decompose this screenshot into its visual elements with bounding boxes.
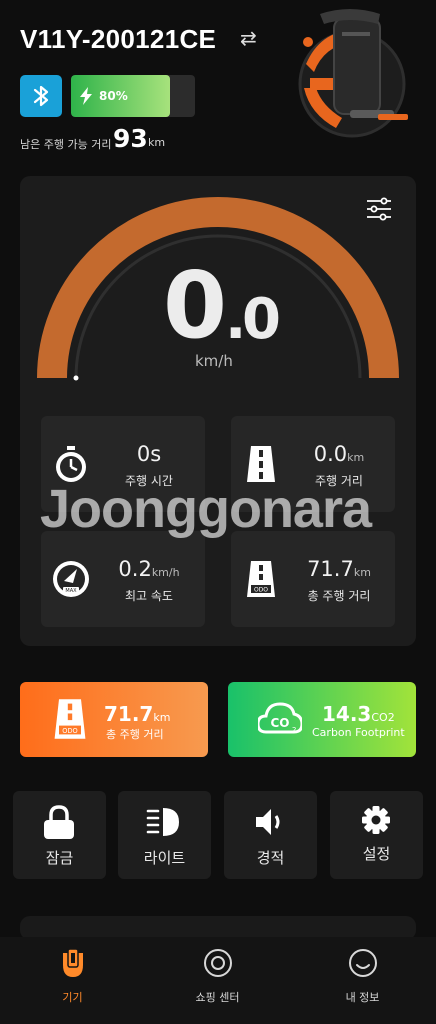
bluetooth-icon xyxy=(33,85,49,107)
svg-text:ODO: ODO xyxy=(62,727,77,735)
profile-icon xyxy=(349,949,377,977)
range-value: 93 xyxy=(113,124,148,153)
tab-device[interactable]: 기기 xyxy=(0,937,145,1024)
tab-shop-label: 쇼핑 센터 xyxy=(195,991,240,1004)
lock-button[interactable]: 잠금 xyxy=(13,791,106,879)
lock-icon xyxy=(44,805,74,839)
speedometer-max-icon: MAX xyxy=(53,561,89,597)
odometer-road-icon: ODO xyxy=(247,561,275,597)
odometer-road-icon: ODO xyxy=(54,699,86,739)
settings-label: 설정 xyxy=(362,845,391,863)
headlight-icon xyxy=(146,808,179,836)
total-distance-label: 총 주행 거리 xyxy=(106,728,164,741)
settings-button[interactable]: 설정 xyxy=(330,791,423,879)
stat-total-distance-value: 71.7 xyxy=(307,557,354,581)
svg-text:ODO: ODO xyxy=(254,587,268,594)
svg-text:MAX: MAX xyxy=(65,588,77,594)
horn-label: 경적 xyxy=(256,849,285,867)
speaker-icon xyxy=(256,809,280,835)
stat-max-speed-label: 최고 속도 xyxy=(125,589,173,603)
gear-icon xyxy=(362,806,390,834)
stat-max-speed-unit: km/h xyxy=(151,566,180,579)
watermark: Joonggonara xyxy=(40,479,372,539)
carbon-footprint-value: 14.3 xyxy=(322,702,372,726)
tab-profile[interactable]: 내 정보 xyxy=(290,937,435,1024)
carbon-footprint-label: Carbon Footprint xyxy=(312,726,405,739)
speed-unit: km/h xyxy=(195,352,233,370)
tab-profile-label: 내 정보 xyxy=(345,991,380,1004)
stat-ride-time-value: 0s xyxy=(136,442,162,466)
battery-percent: 80% xyxy=(99,89,128,103)
speed-card: 0 . 0 km/h 0s 주행 시간 0.0km 주행 거리 MAX 0.2k… xyxy=(20,176,416,646)
current-speed-integer: 0 xyxy=(163,252,228,359)
range-unit: km xyxy=(148,136,166,149)
svg-text:CO: CO xyxy=(270,716,289,730)
stat-trip-distance-unit: km xyxy=(347,451,365,464)
horn-button[interactable]: 경적 xyxy=(224,791,317,879)
device-name[interactable]: V11Y-200121CE xyxy=(20,24,216,55)
current-speed-decimal: 0 xyxy=(242,287,281,352)
total-distance-card[interactable]: ODO 71.7km 총 주행 거리 xyxy=(20,682,208,757)
lightning-icon xyxy=(80,87,92,105)
unicycle-icon xyxy=(63,948,83,977)
carbon-footprint-card[interactable]: CO 2 14.3CO2 Carbon Footprint xyxy=(228,682,416,757)
stat-max-speed-value: 0.2 xyxy=(118,557,152,581)
gauge-needle-dot xyxy=(73,375,79,381)
stat-max-speed: MAX 0.2km/h 최고 속도 xyxy=(41,531,205,627)
stat-total-distance-unit: km xyxy=(353,566,371,579)
svg-text:2: 2 xyxy=(292,726,296,734)
bluetooth-button[interactable] xyxy=(20,75,62,117)
unicycle-image xyxy=(298,9,408,138)
total-distance-unit: km xyxy=(153,711,171,724)
light-label: 라이트 xyxy=(143,849,186,867)
device-header: V11Y-200121CE ⇄ 80% 남은 주행 가능 거리 93 km xyxy=(0,0,436,170)
bottom-tab-bar: 기기 쇼핑 센터 내 정보 xyxy=(0,937,436,1024)
carbon-footprint-unit: CO2 xyxy=(371,711,395,724)
total-distance-value: 71.7 xyxy=(104,702,154,726)
battery-indicator: 80% xyxy=(71,75,195,117)
tab-shop[interactable]: 쇼핑 센터 xyxy=(145,937,290,1024)
light-button[interactable]: 라이트 xyxy=(118,791,211,879)
stat-total-distance-label: 총 주행 거리 xyxy=(307,589,371,603)
tab-device-label: 기기 xyxy=(62,991,83,1004)
swap-device-icon[interactable]: ⇄ xyxy=(240,26,257,50)
shop-icon xyxy=(204,949,232,977)
stat-trip-distance-value: 0.0 xyxy=(313,442,348,466)
range-label: 남은 주행 가능 거리 xyxy=(20,138,112,151)
stat-total-distance: ODO 71.7km 총 주행 거리 xyxy=(231,531,395,627)
lock-label: 잠금 xyxy=(45,849,74,867)
co2-cloud-icon: CO 2 xyxy=(258,702,302,734)
